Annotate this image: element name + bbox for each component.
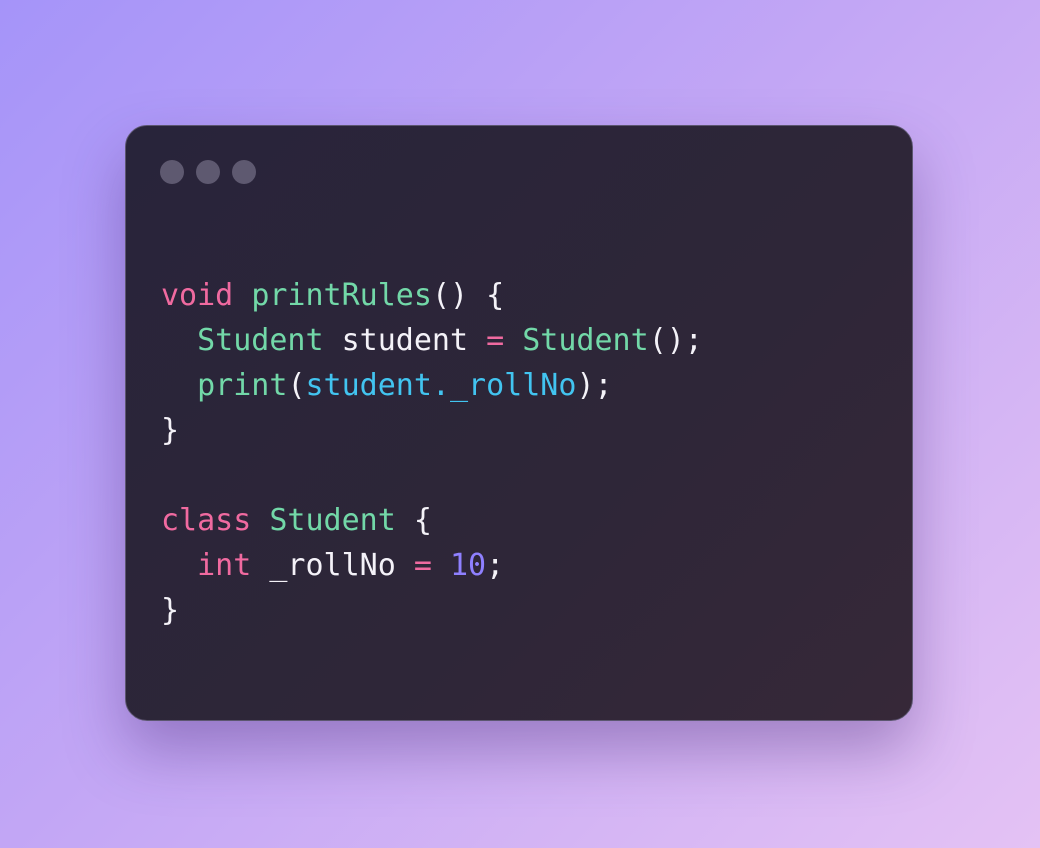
code-window: void printRules() { Student student = St… <box>125 125 913 721</box>
class-name: Student <box>269 503 396 538</box>
punctuation: { <box>413 503 432 538</box>
type-name: Student <box>197 323 324 358</box>
operator: = <box>413 548 432 583</box>
punctuation: () { <box>431 278 505 313</box>
code-block: void printRules() { Student student = St… <box>161 273 703 633</box>
punctuation: ( <box>287 368 306 403</box>
code-line-4: } <box>161 408 703 453</box>
code-line-6: class Student { <box>161 498 703 543</box>
field-name: _rollNo <box>269 548 396 583</box>
code-line-7: int _rollNo = 10; <box>161 543 703 588</box>
operator: = <box>486 323 505 358</box>
code-line-2: Student student = Student(); <box>161 318 703 363</box>
constructor-name: Student <box>522 323 649 358</box>
punctuation: (); <box>648 323 703 358</box>
code-line-1: void printRules() { <box>161 273 703 318</box>
code-line-8: } <box>161 588 703 633</box>
function-name: printRules <box>251 278 432 313</box>
window-dot-1 <box>160 160 184 184</box>
code-line-3: print(student._rollNo); <box>161 363 703 408</box>
variable-name: student <box>341 323 469 358</box>
window-controls <box>160 160 256 184</box>
punctuation: ; <box>486 548 505 583</box>
window-dot-3 <box>232 160 256 184</box>
closing-brace: } <box>161 593 180 628</box>
keyword-class: class <box>161 503 252 538</box>
keyword-void: void <box>161 278 234 313</box>
function-call: print <box>197 368 288 403</box>
number-literal: 10 <box>450 548 487 583</box>
argument: student._rollNo <box>305 368 577 403</box>
keyword-int: int <box>197 548 252 583</box>
window-dot-2 <box>196 160 220 184</box>
punctuation: ); <box>576 368 613 403</box>
closing-brace: } <box>161 413 180 448</box>
